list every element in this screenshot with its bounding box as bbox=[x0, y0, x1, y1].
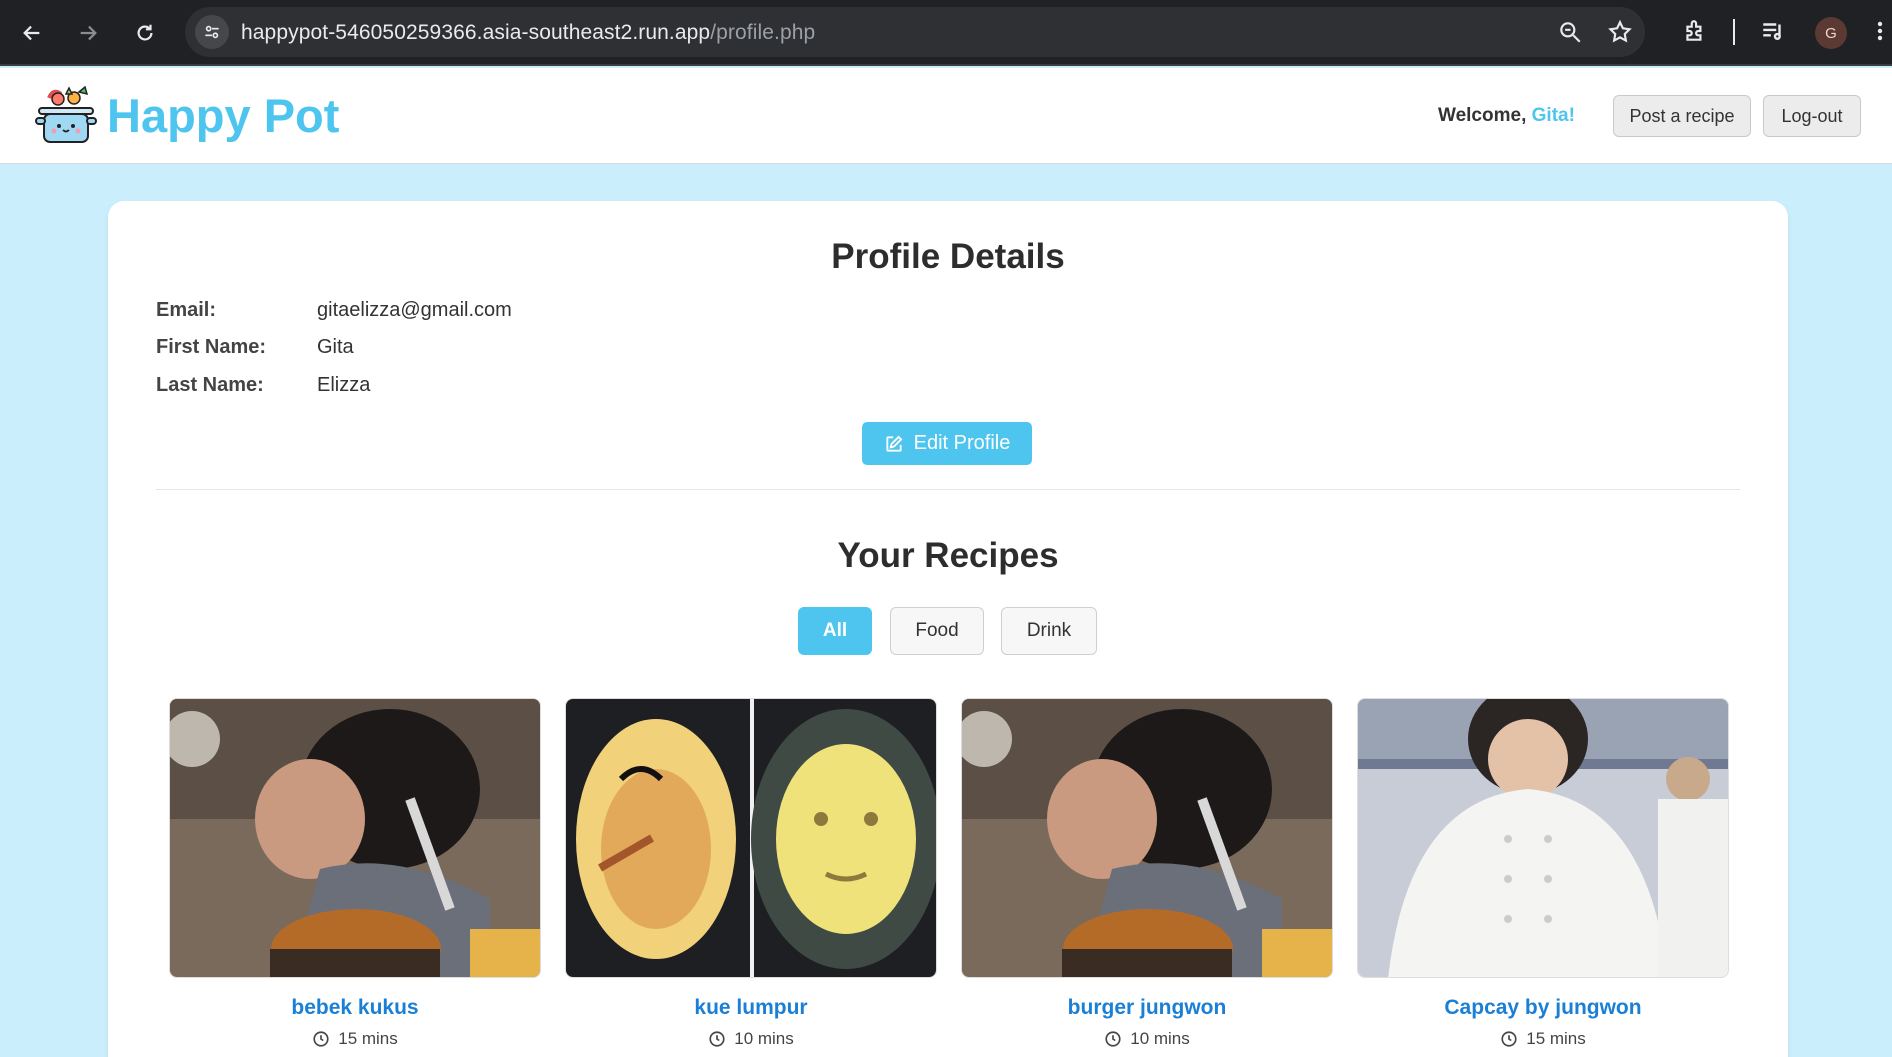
recipe-card[interactable]: bebek kukus 15 mins bbox=[169, 698, 541, 1048]
filter-drink-button[interactable]: Drink bbox=[1001, 607, 1097, 655]
edit-icon bbox=[886, 435, 903, 452]
recipe-title[interactable]: Capcay by jungwon bbox=[1357, 996, 1729, 1020]
edit-profile-label: Edit Profile bbox=[913, 432, 1011, 454]
browser-toolbar: happypot-546050259366.asia-southeast2.ru… bbox=[0, 0, 1892, 66]
filter-all-button[interactable]: All bbox=[798, 607, 872, 655]
profile-title: Profile Details bbox=[831, 237, 1065, 276]
profile-avatar[interactable]: G bbox=[1815, 17, 1847, 49]
zoom-icon[interactable] bbox=[1557, 19, 1583, 45]
arrow-right-icon bbox=[80, 25, 97, 41]
site-header: Happy Pot Welcome, Gita! Post a recipe L… bbox=[0, 68, 1892, 164]
email-value: gitaelizza@gmail.com bbox=[317, 299, 512, 321]
welcome-text: Welcome, Gita! bbox=[1438, 105, 1575, 127]
recipe-time: 10 mins bbox=[961, 1029, 1333, 1049]
recipe-card[interactable]: kue lumpur 10 mins bbox=[565, 698, 937, 1048]
clock-icon bbox=[1501, 1031, 1517, 1047]
recipe-time-value: 15 mins bbox=[1526, 1029, 1586, 1048]
recipe-image[interactable] bbox=[961, 698, 1333, 978]
toolbar-divider bbox=[1733, 19, 1735, 45]
recipe-card[interactable]: burger jungwon 10 mins bbox=[961, 698, 1333, 1048]
extensions-icon[interactable] bbox=[1680, 16, 1710, 46]
recipe-time: 10 mins bbox=[565, 1029, 937, 1049]
reload-icon bbox=[137, 24, 153, 41]
arrow-left-icon bbox=[23, 25, 40, 41]
last-name-label: Last Name: bbox=[156, 374, 264, 396]
recipe-time: 15 mins bbox=[1357, 1029, 1729, 1049]
url-path: /profile.php bbox=[710, 21, 816, 44]
recipe-time-value: 15 mins bbox=[338, 1029, 398, 1048]
recipe-time: 15 mins bbox=[169, 1029, 541, 1049]
recipe-title[interactable]: bebek kukus bbox=[169, 996, 541, 1020]
edit-profile-button[interactable]: Edit Profile bbox=[862, 422, 1032, 465]
recipe-image[interactable] bbox=[565, 698, 937, 978]
clock-icon bbox=[1105, 1031, 1121, 1047]
recipe-time-value: 10 mins bbox=[1130, 1029, 1190, 1048]
bookmark-star-icon[interactable] bbox=[1607, 19, 1633, 45]
pot-logo-icon[interactable] bbox=[35, 86, 97, 146]
email-label: Email: bbox=[156, 299, 217, 321]
url-text[interactable]: happypot-546050259366.asia-southeast2.ru… bbox=[241, 21, 815, 45]
filter-food-button[interactable]: Food bbox=[890, 607, 984, 655]
clock-icon bbox=[709, 1031, 725, 1047]
media-control-icon[interactable] bbox=[1758, 16, 1788, 46]
brand-name[interactable]: Happy Pot bbox=[107, 88, 339, 143]
first-name-value: Gita bbox=[317, 336, 354, 358]
recipe-card[interactable]: Capcay by jungwon 15 mins bbox=[1357, 698, 1729, 1048]
logout-button[interactable]: Log-out bbox=[1763, 95, 1861, 137]
clock-icon bbox=[313, 1031, 329, 1047]
site-info-button[interactable] bbox=[195, 15, 229, 49]
recipe-title[interactable]: burger jungwon bbox=[961, 996, 1333, 1020]
profile-card: Profile Details Email: gitaelizza@gmail.… bbox=[108, 201, 1788, 1057]
post-recipe-button[interactable]: Post a recipe bbox=[1613, 95, 1751, 137]
last-name-value: Elizza bbox=[317, 374, 371, 396]
menu-kebab-icon[interactable] bbox=[1870, 16, 1890, 46]
recipe-image[interactable] bbox=[1357, 698, 1729, 978]
recipe-time-value: 10 mins bbox=[734, 1029, 794, 1048]
first-name-label: First Name: bbox=[156, 336, 267, 358]
section-divider bbox=[156, 489, 1740, 490]
recipe-image[interactable] bbox=[169, 698, 541, 978]
url-host: happypot-546050259366.asia-southeast2.ru… bbox=[241, 21, 711, 44]
reload-button[interactable] bbox=[125, 13, 165, 53]
forward-button[interactable] bbox=[68, 13, 108, 53]
recipes-title: Your Recipes bbox=[837, 536, 1059, 575]
welcome-username: Gita! bbox=[1531, 105, 1575, 126]
back-button[interactable] bbox=[12, 13, 52, 53]
address-bar[interactable]: happypot-546050259366.asia-southeast2.ru… bbox=[185, 7, 1645, 57]
recipe-title[interactable]: kue lumpur bbox=[565, 996, 937, 1020]
tune-icon bbox=[205, 25, 219, 39]
welcome-prefix: Welcome, bbox=[1438, 105, 1532, 126]
